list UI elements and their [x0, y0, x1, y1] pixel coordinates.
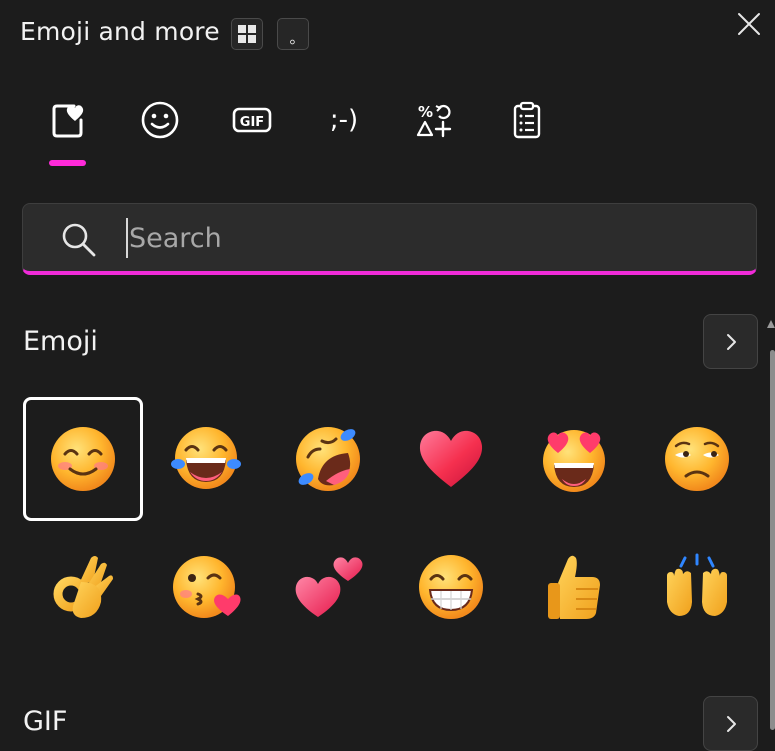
heart-card-icon	[52, 104, 84, 138]
close-icon	[738, 13, 760, 35]
red-heart-icon	[419, 430, 483, 487]
rolling-on-the-floor-laughing-icon	[296, 427, 360, 491]
emoji-rolling-laughing[interactable]	[268, 397, 388, 521]
emoji-tears-of-joy[interactable]	[146, 397, 266, 521]
period-key-label: 。	[289, 28, 305, 47]
smiling-face-with-smiling-eyes-icon	[51, 427, 115, 491]
search-input[interactable]	[129, 216, 709, 260]
emoji-smiling-face[interactable]	[23, 397, 143, 521]
search-box[interactable]	[22, 203, 757, 275]
ok-hand-icon	[53, 556, 113, 618]
windows-logo-icon	[238, 25, 256, 43]
emoji-two-hearts[interactable]	[268, 525, 388, 649]
emoji-ok-hand[interactable]	[23, 525, 143, 649]
text-caret	[126, 218, 128, 258]
unamused-face-icon	[665, 427, 729, 491]
emoji-thumbs-up[interactable]	[514, 525, 634, 649]
tab-emoji[interactable]	[136, 96, 184, 144]
tab-gif[interactable]: GIF	[228, 96, 276, 144]
section-title-emoji: Emoji	[23, 326, 98, 357]
tab-symbols[interactable]: %	[411, 96, 459, 144]
tab-clipboard[interactable]	[503, 96, 551, 144]
emoji-more-button[interactable]	[703, 314, 758, 369]
chevron-right-icon	[726, 715, 736, 732]
window-title: Emoji and more	[20, 17, 220, 46]
section-title-gif: GIF	[23, 706, 68, 737]
clipboard-icon	[513, 101, 541, 139]
close-button[interactable]	[735, 10, 763, 38]
gif-icon: GIF	[232, 107, 272, 133]
emoji-raising-hands[interactable]	[637, 525, 757, 649]
scroll-up-arrow-icon[interactable]	[766, 318, 775, 332]
smiley-icon	[141, 101, 179, 139]
search-icon	[62, 223, 96, 257]
raising-hands-icon	[667, 553, 727, 616]
period-key-badge: 。	[277, 18, 309, 50]
emoji-red-heart[interactable]	[391, 397, 511, 521]
chevron-right-icon	[726, 333, 736, 350]
smiling-face-with-heart-eyes-icon	[543, 430, 605, 492]
tab-selected-indicator	[49, 160, 86, 166]
thumbs-up-icon	[548, 555, 600, 619]
emoji-unamused[interactable]	[637, 397, 757, 521]
svg-text:%: %	[418, 103, 433, 121]
face-blowing-a-kiss-icon	[173, 556, 241, 618]
face-with-tears-of-joy-icon	[171, 427, 241, 489]
tab-kaomoji[interactable]: ;-)	[320, 96, 368, 144]
gif-more-button[interactable]	[703, 696, 758, 751]
emoji-heart-eyes[interactable]	[514, 397, 634, 521]
kaomoji-icon: ;-)	[329, 105, 359, 135]
tab-favorites[interactable]	[44, 96, 92, 144]
svg-text:GIF: GIF	[240, 115, 264, 130]
scrollbar-thumb[interactable]	[770, 350, 775, 730]
windows-key-badge	[231, 18, 263, 50]
emoji-blowing-kiss[interactable]	[146, 525, 266, 649]
emoji-beaming-face[interactable]	[391, 525, 511, 649]
symbols-icon: %	[416, 103, 452, 138]
beaming-face-with-smiling-eyes-icon	[419, 555, 483, 619]
two-hearts-icon	[295, 557, 363, 617]
